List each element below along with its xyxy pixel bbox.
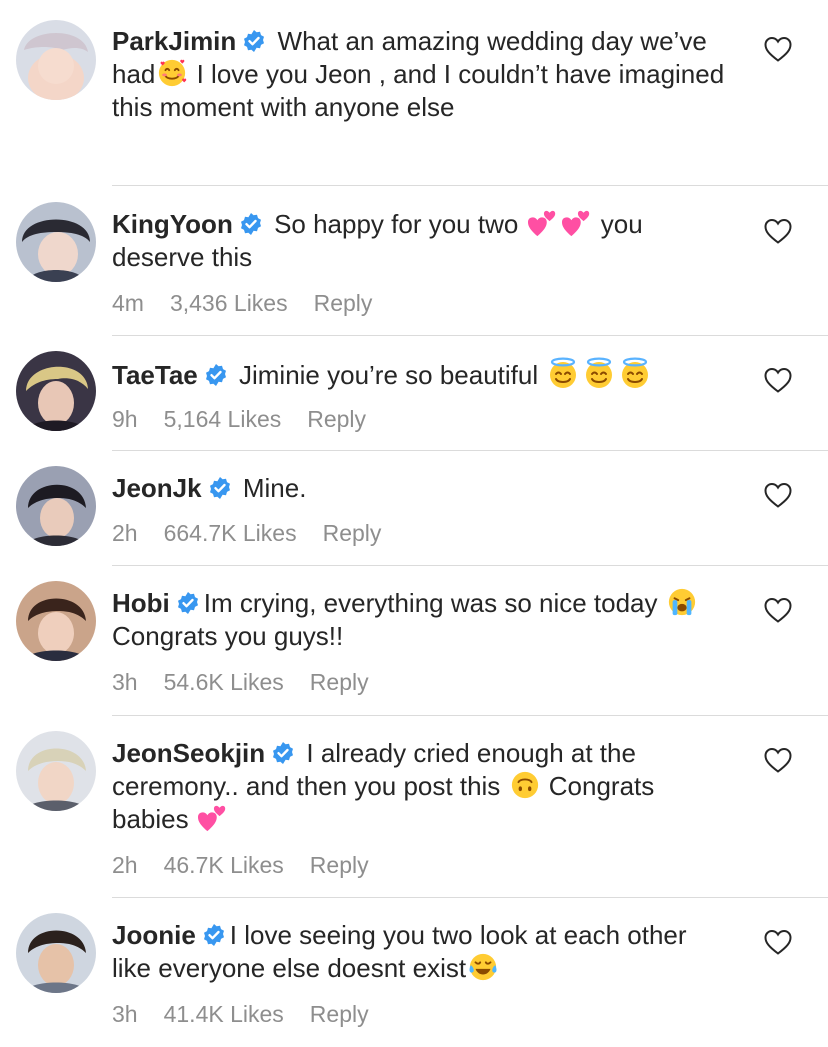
reply-button[interactable]: Reply (310, 1001, 369, 1027)
comment-meta: 3h 41.4K Likes Reply (112, 1001, 395, 1028)
likes-count[interactable]: 664.7K Likes (164, 520, 297, 546)
username[interactable]: TaeTae (112, 360, 198, 390)
divider (112, 335, 828, 336)
comment-meta: 2h 664.7K Likes Reply (112, 520, 407, 547)
comment-body: Joonie I love seeing you two look at each… (112, 919, 732, 985)
verified-badge-icon (204, 363, 228, 387)
avatar[interactable] (16, 731, 96, 811)
smiling-face-with-halo-emoji-icon (547, 357, 579, 389)
likes-count[interactable]: 5,164 Likes (164, 406, 282, 432)
smiling-face-with-halo-emoji-icon (619, 357, 651, 389)
avatar[interactable] (16, 351, 96, 431)
like-heart-icon[interactable] (764, 36, 792, 62)
comment-time: 3h (112, 669, 138, 695)
verified-badge-icon (202, 923, 226, 947)
comment-text: I love you Jeon , and I couldn’t have im… (112, 59, 725, 122)
comment-meta: 9h 5,164 Likes Reply (112, 406, 392, 433)
reply-button[interactable]: Reply (314, 290, 373, 316)
reply-button[interactable]: Reply (310, 669, 369, 695)
username[interactable]: JeonSeokjin (112, 738, 265, 768)
comment-item: ParkJimin What an amazing wedding day we… (0, 0, 828, 185)
avatar[interactable] (16, 581, 96, 661)
verified-badge-icon (239, 212, 263, 236)
upside-down-face-emoji-icon (510, 770, 540, 800)
comment-time: 9h (112, 406, 138, 432)
comment-text: Mine. (242, 473, 307, 503)
smiling-face-with-halo-emoji-icon (583, 357, 615, 389)
likes-count[interactable]: 3,436 Likes (170, 290, 288, 316)
like-heart-icon[interactable] (764, 218, 792, 244)
comment-time: 4m (112, 290, 144, 316)
comment-meta: 3h 54.6K Likes Reply (112, 669, 395, 696)
reply-button[interactable]: Reply (307, 406, 366, 432)
comment-time: 2h (112, 852, 138, 878)
divider (112, 715, 828, 716)
comment-time: 3h (112, 1001, 138, 1027)
divider (112, 565, 828, 566)
likes-count[interactable]: 46.7K Likes (164, 852, 284, 878)
comment-text: So happy for you two (274, 209, 526, 239)
smiling-face-with-hearts-emoji-icon (157, 58, 187, 88)
comment-item: KingYoon So happy for you two you deserv… (0, 185, 828, 335)
comment-body: Hobi Im crying, everything was so nice to… (112, 587, 732, 653)
comment-text: I love seeing you two look at each other… (112, 920, 687, 983)
divider (112, 897, 828, 898)
avatar[interactable] (16, 466, 96, 546)
face-with-tears-of-joy-emoji-icon (468, 952, 498, 982)
comment-item: Hobi Im crying, everything was so nice to… (0, 565, 828, 715)
reply-button[interactable]: Reply (310, 852, 369, 878)
comment-body: JeonJk Mine. (112, 472, 732, 505)
likes-count[interactable]: 54.6K Likes (164, 669, 284, 695)
loudly-crying-face-emoji-icon (667, 587, 697, 617)
comment-item: Joonie I love seeing you two look at each… (0, 897, 828, 1047)
verified-badge-icon (176, 591, 200, 615)
like-heart-icon[interactable] (764, 747, 792, 773)
verified-badge-icon (208, 476, 232, 500)
username[interactable]: JeonJk (112, 473, 202, 503)
comment-body: ParkJimin What an amazing wedding day we… (112, 25, 732, 124)
comment-text: Congrats you guys!! (112, 621, 344, 651)
comment-body: JeonSeokjin I already cried enough at th… (112, 737, 732, 836)
avatar[interactable] (16, 202, 96, 282)
username[interactable]: Hobi (112, 588, 170, 618)
comment-item: TaeTae Jiminie you’re so beautiful 9h 5,1… (0, 335, 828, 450)
likes-count[interactable]: 41.4K Likes (164, 1001, 284, 1027)
two-hearts-emoji-icon (198, 803, 228, 833)
like-heart-icon[interactable] (764, 482, 792, 508)
divider (112, 450, 828, 451)
username[interactable]: ParkJimin (112, 26, 236, 56)
verified-badge-icon (271, 741, 295, 765)
like-heart-icon[interactable] (764, 597, 792, 623)
verified-badge-icon (242, 29, 266, 53)
two-hearts-emoji-icon (528, 208, 558, 238)
username[interactable]: Joonie (112, 920, 196, 950)
username[interactable]: KingYoon (112, 209, 233, 239)
comment-meta: 4m 3,436 Likes Reply (112, 290, 398, 317)
reply-button[interactable]: Reply (323, 520, 382, 546)
comment-text: Im crying, everything was so nice today (203, 588, 665, 618)
comment-body: KingYoon So happy for you two you deserv… (112, 208, 732, 274)
like-heart-icon[interactable] (764, 929, 792, 955)
comment-meta: 2h 46.7K Likes Reply (112, 852, 395, 879)
comment-text: Jiminie you’re so beautiful (238, 360, 546, 390)
comment-item: JeonJk Mine. 2h 664.7K Likes Reply (0, 450, 828, 565)
divider (112, 185, 828, 186)
avatar[interactable] (16, 20, 96, 100)
comment-body: TaeTae Jiminie you’re so beautiful (112, 357, 732, 392)
comment-item: JeonSeokjin I already cried enough at th… (0, 715, 828, 897)
two-hearts-emoji-icon (562, 208, 592, 238)
comment-time: 2h (112, 520, 138, 546)
avatar[interactable] (16, 913, 96, 993)
like-heart-icon[interactable] (764, 367, 792, 393)
